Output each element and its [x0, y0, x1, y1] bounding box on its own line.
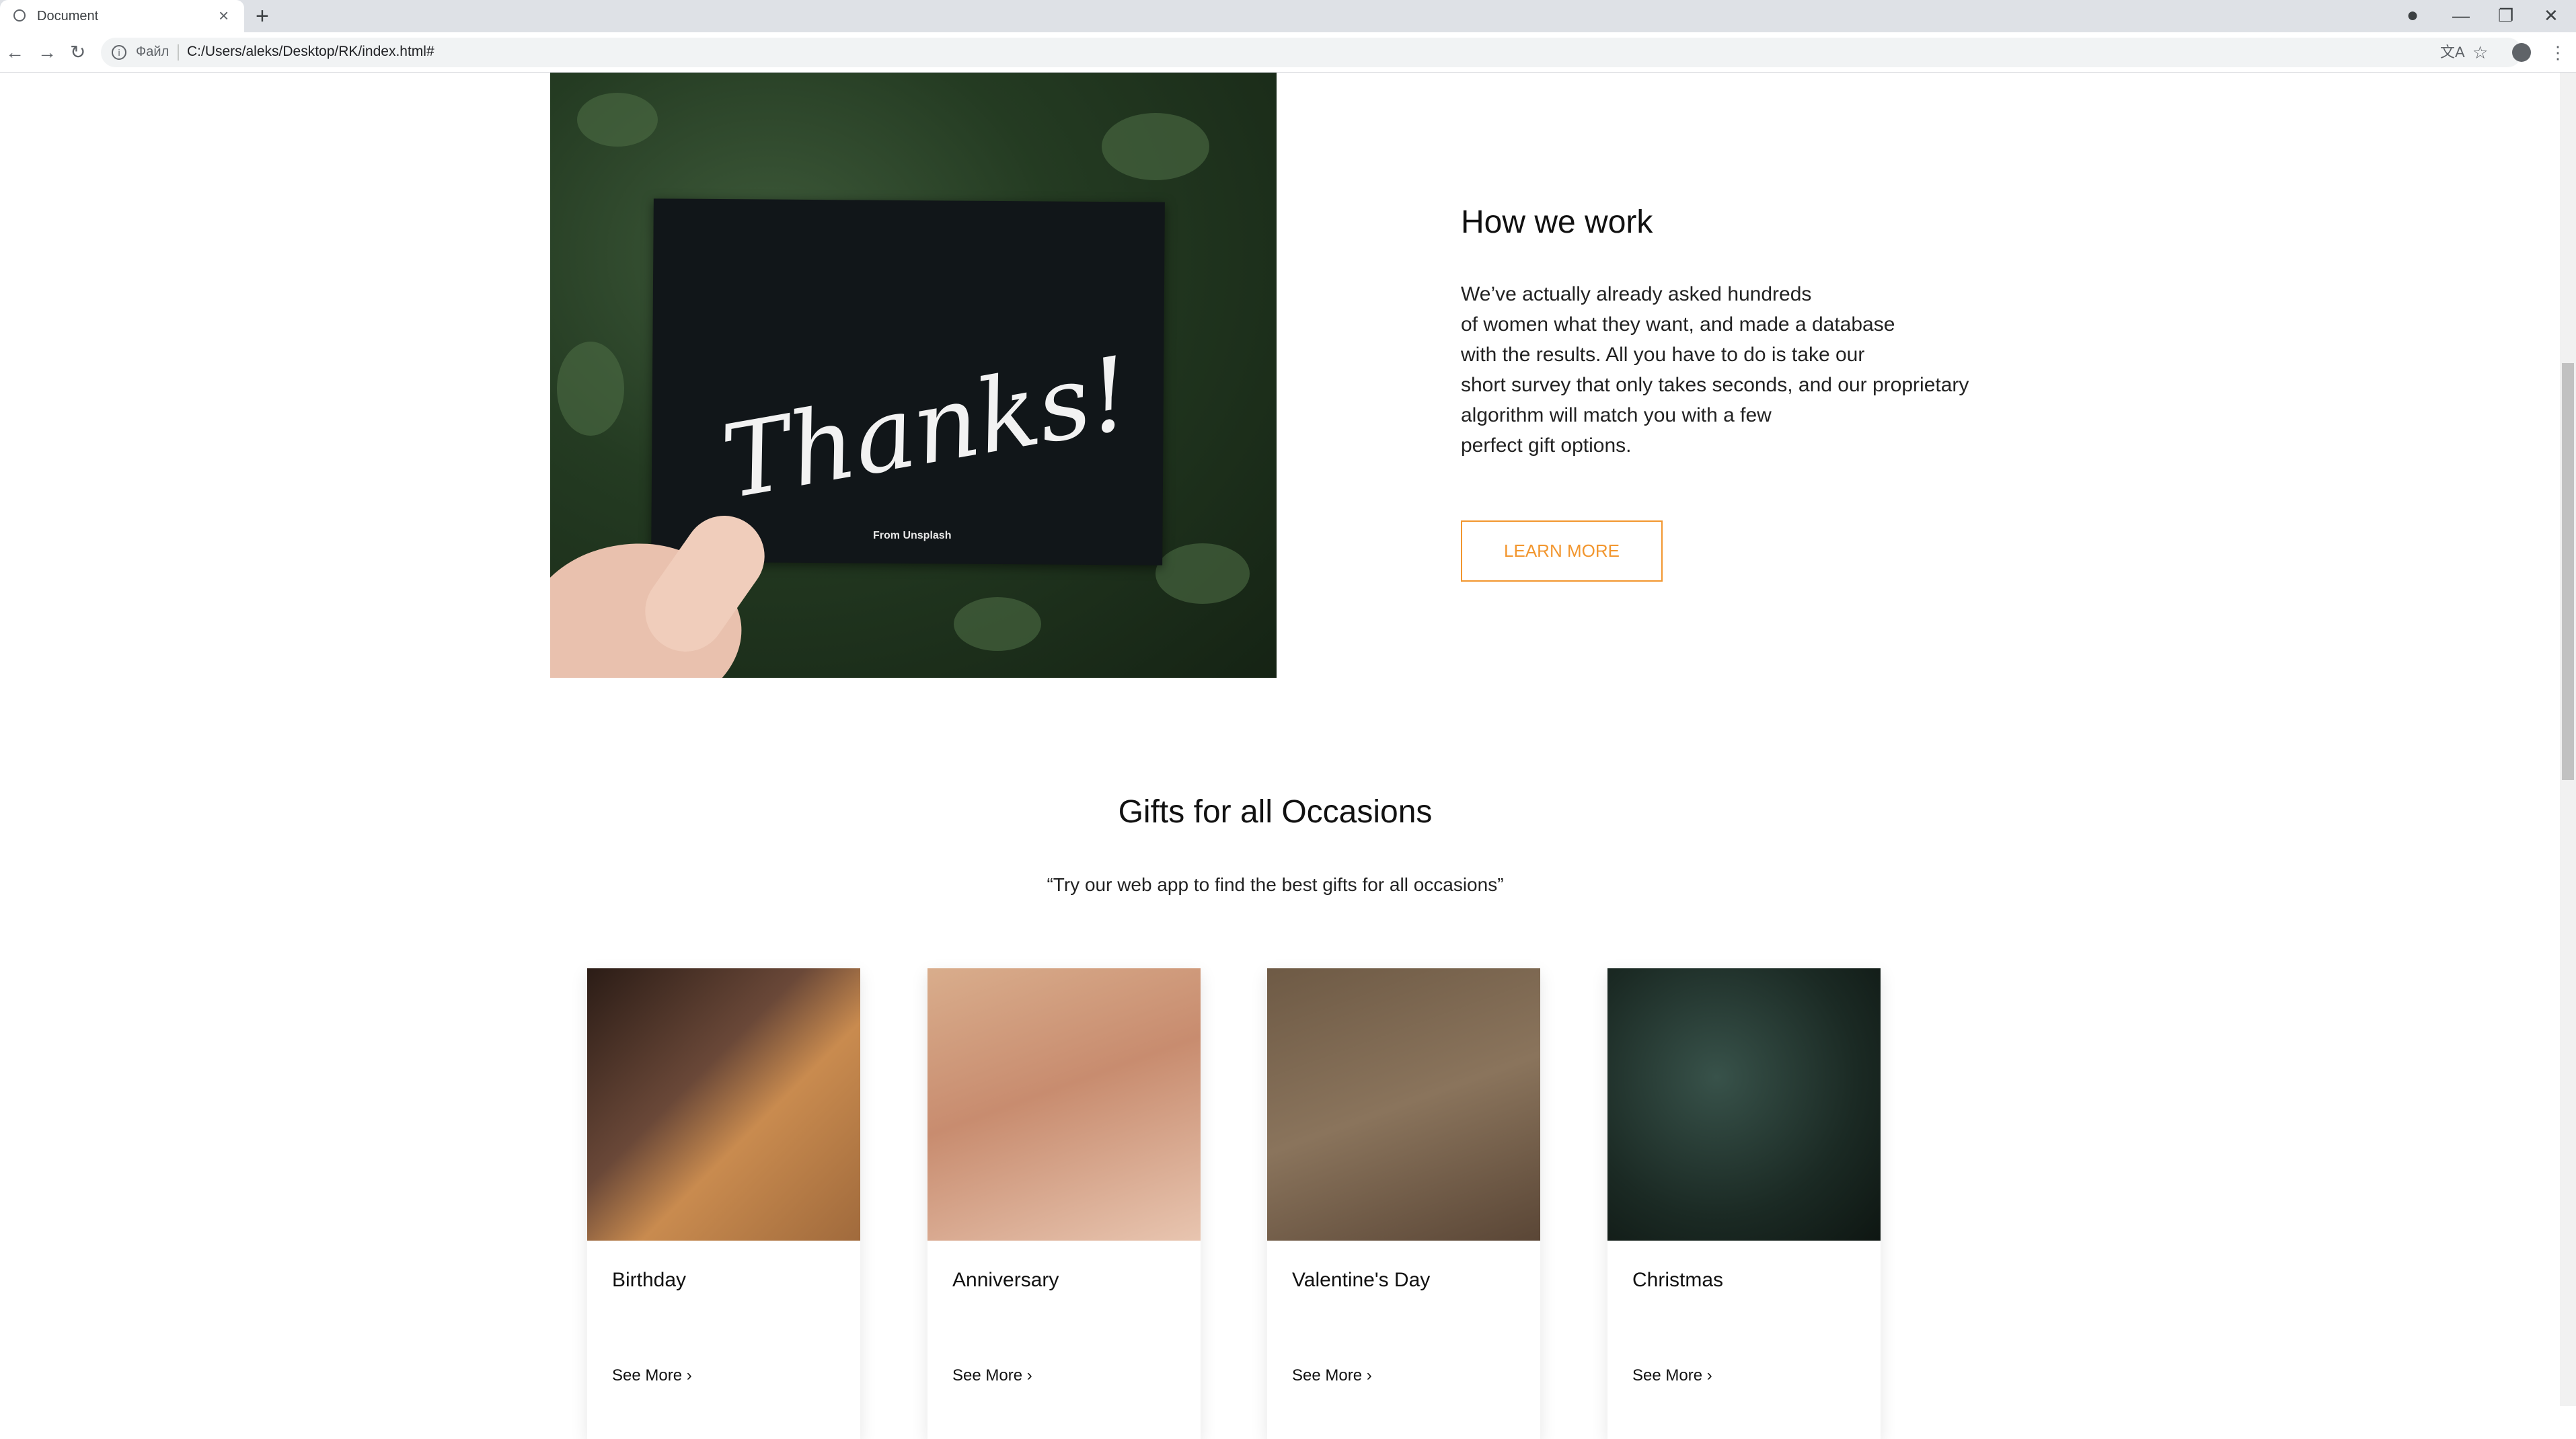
avatar[interactable] — [2512, 43, 2531, 62]
address-bar[interactable] — [101, 38, 2522, 67]
scheme-label: Файл — [136, 44, 169, 59]
see-more-link[interactable]: See More › — [952, 1366, 1032, 1385]
how-we-work-title: How we work — [1461, 204, 1653, 240]
gift-card-title: Anniversary — [952, 1269, 1059, 1291]
menu-icon[interactable]: ⋮ — [2549, 40, 2567, 65]
body-line: algorithm will match you with a few — [1461, 404, 1772, 426]
gifts-subtitle: “Try our web app to find the best gifts … — [1047, 874, 1504, 895]
bookmark-star-icon[interactable]: ☆ — [2472, 40, 2488, 65]
close-window-button[interactable]: ✕ — [2544, 4, 2559, 27]
body-line: with the results. All you have to do is … — [1461, 344, 1865, 366]
gift-card-birthday[interactable]: Birthday See More › — [587, 968, 860, 1439]
body-line: short survey that only takes seconds, an… — [1461, 374, 1969, 396]
body-line: We’ve actually already asked hundreds — [1461, 283, 1812, 305]
gift-card-valentines[interactable]: Valentine's Day See More › — [1267, 968, 1540, 1439]
info-icon[interactable]: i — [112, 45, 126, 60]
anniversary-photo — [927, 968, 1201, 1241]
image-credit: From Unsplash — [873, 530, 952, 541]
thanks-card-photo: Thanks! From Unsplash — [550, 73, 1277, 678]
gift-card-title: Birthday — [612, 1269, 687, 1291]
gift-card-title: Valentine's Day — [1292, 1269, 1431, 1291]
christmas-photo — [1607, 968, 1881, 1241]
url-text[interactable]: C:/Users/aleks/Desktop/RK/index.html# — [187, 44, 434, 60]
see-more-link[interactable]: See More › — [612, 1366, 692, 1385]
reload-button[interactable]: ↻ — [70, 39, 85, 66]
gifts-title: Gifts for all Occasions — [1118, 794, 1433, 830]
translate-icon[interactable]: 文A — [2440, 40, 2465, 65]
restore-button[interactable]: ❐ — [2498, 4, 2513, 27]
profile-dropdown-icon[interactable]: ● — [2407, 4, 2419, 27]
globe-icon — [13, 9, 26, 22]
learn-more-button[interactable]: LEARN MORE — [1461, 520, 1663, 582]
gift-card-title: Christmas — [1632, 1269, 1724, 1291]
see-more-link[interactable]: See More › — [1632, 1366, 1712, 1385]
body-line: perfect gift options. — [1461, 434, 1632, 457]
gift-card-anniversary[interactable]: Anniversary See More › — [927, 968, 1201, 1439]
see-more-link[interactable]: See More › — [1292, 1366, 1372, 1385]
valentines-photo — [1267, 968, 1540, 1241]
gift-card-christmas[interactable]: Christmas See More › — [1607, 968, 1881, 1439]
tab-strip — [0, 0, 2576, 32]
birthday-photo — [587, 968, 860, 1241]
close-tab-icon[interactable]: × — [219, 5, 229, 26]
minimize-button[interactable]: — — [2452, 4, 2470, 27]
body-line: of women what they want, and made a data… — [1461, 313, 1895, 336]
scrollbar-thumb[interactable] — [2562, 363, 2574, 780]
how-we-work-body: We’ve actually already asked hundreds of… — [1461, 279, 2066, 461]
divider — [178, 44, 179, 61]
back-button[interactable]: ← — [5, 39, 24, 66]
new-tab-button[interactable]: + — [256, 4, 269, 28]
tab-title: Document — [37, 9, 99, 24]
forward-button[interactable]: → — [38, 39, 56, 66]
